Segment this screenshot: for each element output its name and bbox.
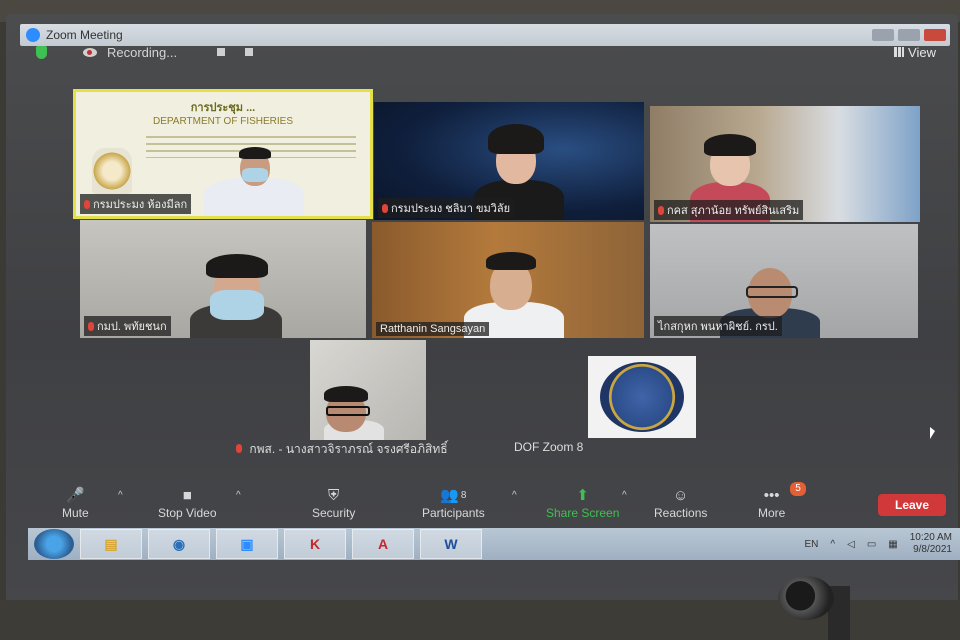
share-options-chevron-icon[interactable]: ^ <box>622 490 627 501</box>
more-notification-badge: 5 <box>790 482 806 496</box>
more-button[interactable]: ••• More <box>758 484 785 521</box>
participants-options-chevron-icon[interactable]: ^ <box>512 490 517 501</box>
participant-name-tag: กรมประมง ห้องมีลก <box>80 194 192 214</box>
conference-camera <box>778 576 834 620</box>
participant-hair <box>206 254 268 278</box>
word-icon: W <box>444 536 458 552</box>
projector-screen: Zoom Meeting Recording... View การประชุม… <box>6 14 960 604</box>
input-language[interactable]: EN <box>805 539 819 550</box>
view-label: View <box>908 44 936 60</box>
meeting-toolbar: 🎤 Mute ^ ■ Stop Video ^ ⛨ Security 👥 8 P… <box>46 482 956 534</box>
video-options-chevron-icon[interactable]: ^ <box>236 490 241 501</box>
video-camera-icon: ■ <box>182 486 192 504</box>
system-tray: EN ^ ◁ ▭ ▦ 10:20 AM 9/8/2021 <box>805 532 960 556</box>
taskbar-kaspersky-app[interactable]: K <box>284 529 346 559</box>
share-screen-icon: ⬆ <box>576 487 589 504</box>
video-tile-6[interactable]: ไกสกุหก พนหาผิชย์. กรป. <box>650 224 918 338</box>
participant-name-tag: กพส. - นางสาวจิราภรณ์ จรงศรีอภิสิทธิ์ <box>236 440 448 459</box>
security-shield-icon: ⛨ <box>328 486 340 504</box>
taskbar-acrobat-app[interactable]: A <box>352 529 414 559</box>
mic-muted-icon <box>84 199 90 209</box>
mute-options-chevron-icon[interactable]: ^ <box>118 490 123 501</box>
presenter-hair <box>239 147 271 159</box>
recording-label: Recording... <box>107 44 178 60</box>
mouse-cursor <box>930 427 935 439</box>
recording-icon <box>83 47 97 57</box>
share-screen-button[interactable]: ⬆ Share Screen <box>546 484 619 520</box>
taskbar-browser-app[interactable]: ◉ <box>148 529 210 559</box>
clock-date: 9/8/2021 <box>913 544 952 555</box>
reactions-emoji-icon: ☺ <box>673 486 689 504</box>
participant-hair <box>324 386 368 402</box>
participant-name-tag: กมป. พทัยชนก <box>84 316 171 336</box>
video-tile-1[interactable]: การประชุม ... DEPARTMENT OF FISHERIES กร… <box>73 89 373 219</box>
participant-name-tag: กรมประมง ชลิมา ขมวิลัย <box>378 198 515 218</box>
taskbar-zoom-app[interactable]: ▣ <box>216 529 278 559</box>
grid-view-icon <box>894 47 905 57</box>
participants-button[interactable]: 👥 8 Participants <box>422 484 485 520</box>
windows-taskbar: ▤ ◉ ▣ K A W EN ^ ◁ ▭ ▦ 10:20 AM 9/8/2021 <box>28 528 960 560</box>
participants-icon: 👥 8 <box>440 487 467 504</box>
mic-muted-icon <box>382 203 388 213</box>
zoom-icon: ▣ <box>240 535 254 552</box>
video-tile-8[interactable] <box>588 356 696 438</box>
glasses <box>746 286 798 298</box>
participant-mask <box>210 290 264 320</box>
meeting-top-bar: Recording... View <box>36 40 936 64</box>
tray-expand-chevron-icon[interactable]: ^ <box>830 539 835 550</box>
participant-hair <box>486 252 536 270</box>
start-button[interactable] <box>34 529 74 559</box>
video-tile-4[interactable]: กมป. พทัยชนก <box>80 220 366 338</box>
participant-name-tag: ไกสกุหก พนหาผิชย์. กรป. <box>654 316 782 336</box>
participant-name-tag: กคส สุภาน้อย ทรัพย์สินเสริม <box>654 200 804 220</box>
participant-hair <box>488 124 544 154</box>
encryption-shield-icon[interactable] <box>36 45 47 59</box>
kaspersky-icon: K <box>309 536 321 552</box>
view-button[interactable]: View <box>894 45 936 60</box>
network-icon[interactable]: ▭ <box>867 539 876 550</box>
stop-recording-button[interactable] <box>245 48 254 56</box>
participant-name-tag: Ratthanin Sangsayan <box>376 322 490 336</box>
volume-icon[interactable]: ◁ <box>847 539 855 550</box>
video-tile-5[interactable]: Ratthanin Sangsayan <box>372 222 644 338</box>
recording-controls <box>217 48 254 56</box>
video-tile-2[interactable]: กรมประมง ชลิมา ขมวิลัย <box>374 102 644 220</box>
glasses <box>326 406 370 416</box>
slide-subtitle: DEPARTMENT OF FISHERIES <box>152 116 294 127</box>
more-dots-icon: ••• <box>763 486 780 504</box>
mic-muted-icon <box>88 321 94 331</box>
mic-muted-icon <box>236 444 242 453</box>
microphone-icon: 🎤 <box>66 487 85 504</box>
security-button[interactable]: ⛨ Security <box>312 484 355 521</box>
emblem-image <box>92 148 132 194</box>
taskbar-word-app[interactable]: W <box>420 529 482 559</box>
mic-muted-icon <box>658 205 664 215</box>
participants-count: 8 <box>460 489 467 501</box>
participant-hair <box>704 134 756 156</box>
acrobat-icon: A <box>377 536 389 552</box>
mute-button[interactable]: 🎤 Mute <box>62 484 89 520</box>
pause-recording-button[interactable] <box>217 48 226 56</box>
folder-icon: ▤ <box>104 535 118 552</box>
department-of-fisheries-logo <box>600 362 684 432</box>
participant-name-tag: DOF Zoom 8 <box>514 440 584 454</box>
stop-video-button[interactable]: ■ Stop Video <box>158 484 217 521</box>
system-clock[interactable]: 10:20 AM 9/8/2021 <box>910 532 952 556</box>
video-tile-7[interactable] <box>310 340 426 440</box>
leave-button[interactable]: Leave <box>878 494 946 516</box>
taskbar-folder-app[interactable]: ▤ <box>80 529 142 559</box>
clock-time: 10:20 AM <box>909 532 952 543</box>
presenter-mask <box>242 168 268 182</box>
slide-title: การประชุม ... <box>190 102 256 114</box>
video-tile-3[interactable]: กคส สุภาน้อย ทรัพย์สินเสริม <box>650 106 920 222</box>
browser-icon: ◉ <box>172 535 186 552</box>
reactions-button[interactable]: ☺ Reactions <box>654 484 707 521</box>
action-center-icon[interactable]: ▦ <box>888 539 897 550</box>
